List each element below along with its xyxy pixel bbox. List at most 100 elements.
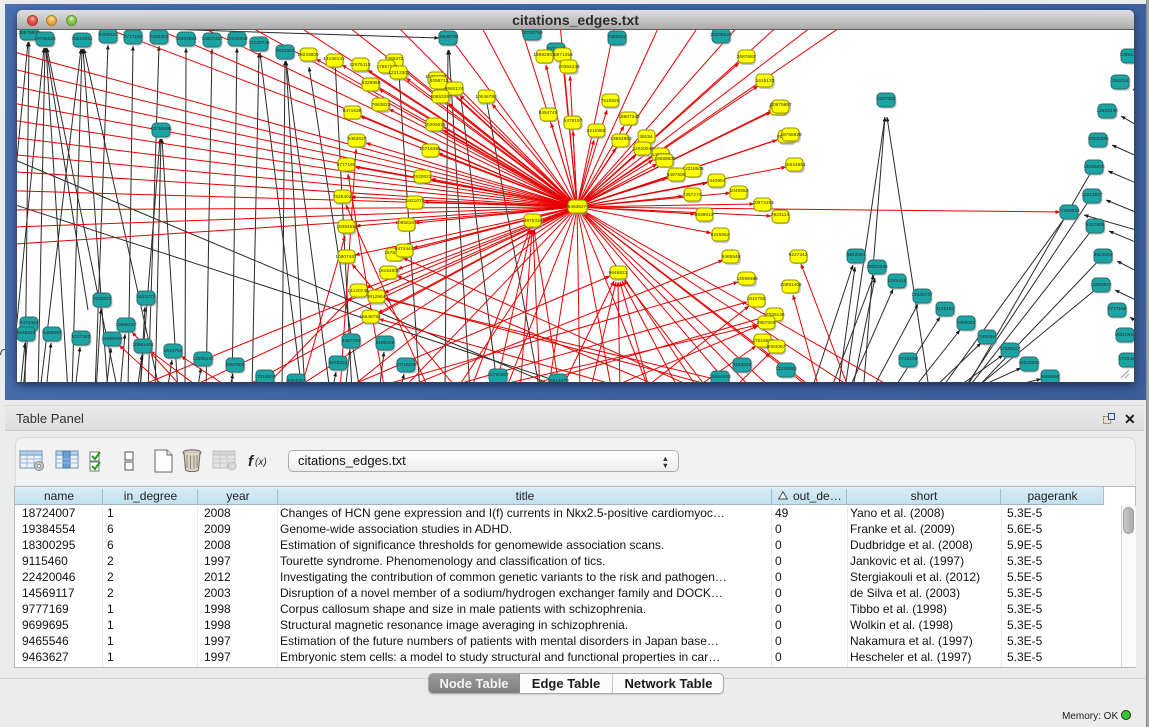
svg-text:3912954: 3912954 [276, 48, 295, 54]
svg-text:9463627: 9463627 [348, 136, 367, 142]
svg-text:8186328: 8186328 [376, 340, 395, 346]
svg-text:3215956: 3215956 [587, 128, 606, 134]
svg-text:19756928: 19756928 [34, 36, 56, 42]
svg-text:7357274: 7357274 [683, 192, 702, 198]
svg-text:13226058: 13226058 [775, 366, 797, 372]
svg-text:10653267: 10653267 [430, 94, 452, 100]
svg-text:16543362: 16543362 [1018, 360, 1040, 366]
svg-text:15524851: 15524851 [71, 36, 93, 42]
svg-text:14099489: 14099489 [736, 276, 758, 282]
svg-text:9327509: 9327509 [1086, 222, 1105, 228]
svg-text:7625402: 7625402 [333, 194, 352, 200]
svg-text:15720407: 15720407 [487, 372, 509, 378]
svg-text:16154808: 16154808 [378, 268, 400, 274]
svg-text:10807487: 10807487 [335, 254, 357, 260]
svg-text:10958167: 10958167 [395, 220, 417, 226]
svg-text:10688609: 10688609 [654, 156, 676, 162]
svg-text:10807487: 10807487 [201, 36, 223, 42]
svg-text:12942737: 12942737 [911, 292, 933, 298]
svg-text:12213303: 12213303 [388, 70, 410, 76]
svg-text:12093872: 12093872 [1090, 282, 1112, 288]
svg-text:1610755: 1610755 [747, 296, 766, 302]
svg-text:7663822: 7663822 [608, 34, 627, 40]
svg-text:16648784: 16648784 [359, 314, 381, 320]
svg-text:7632621: 7632621 [413, 174, 432, 180]
svg-text:10973493: 10973493 [752, 200, 774, 206]
svg-text:2687682: 2687682 [737, 54, 756, 60]
svg-text:9245652: 9245652 [711, 232, 730, 238]
svg-text:1615132: 1615132 [756, 78, 775, 84]
svg-text:3824554: 3824554 [1094, 252, 1113, 258]
svg-text:9457791: 9457791 [342, 338, 361, 344]
svg-text:20891406: 20891406 [780, 282, 802, 288]
svg-text:9084067: 9084067 [287, 378, 306, 382]
svg-text:39154: 39154 [639, 134, 653, 140]
svg-text:1040554: 1040554 [730, 188, 749, 194]
svg-text:17359934: 17359934 [1058, 208, 1080, 214]
svg-text:19756928: 19756928 [780, 132, 802, 138]
svg-text:10654112: 10654112 [1120, 52, 1135, 58]
svg-text:4055712: 4055712 [430, 78, 449, 84]
svg-text:14136141: 14136141 [323, 56, 345, 62]
svg-text:16914479: 16914479 [547, 378, 569, 382]
svg-text:12923446: 12923446 [1096, 108, 1118, 114]
svg-text:16782759: 16782759 [521, 30, 543, 36]
svg-text:9465546: 9465546 [43, 330, 62, 336]
svg-text:9227342: 9227342 [72, 334, 91, 340]
svg-text:9463627: 9463627 [568, 204, 587, 210]
svg-text:14569117: 14569117 [1000, 346, 1021, 352]
svg-text:2718129: 2718129 [899, 356, 918, 362]
svg-text:18907249: 18907249 [618, 114, 640, 120]
svg-text:13716485: 13716485 [419, 146, 441, 152]
svg-text:7625402: 7625402 [150, 34, 169, 40]
svg-text:9777169: 9777169 [124, 34, 143, 40]
svg-text:3912954: 3912954 [367, 294, 386, 300]
svg-text:8471636: 8471636 [343, 108, 362, 114]
svg-text:15692901: 15692901 [533, 52, 555, 58]
svg-text:9474444: 9474444 [395, 246, 414, 252]
svg-text:1527602: 1527602 [877, 96, 896, 102]
svg-text:19654923: 19654923 [709, 374, 731, 380]
svg-text:14099489: 14099489 [101, 336, 123, 342]
svg-text:30975867: 30975867 [770, 102, 792, 108]
svg-text:9646821: 9646821 [17, 330, 36, 336]
svg-text:7515526: 7515526 [601, 98, 620, 104]
svg-text:8938913: 8938913 [695, 212, 714, 218]
svg-text:12218506: 12218506 [682, 166, 704, 172]
svg-text:20206526: 20206526 [710, 32, 732, 38]
svg-text:2867608: 2867608 [226, 362, 245, 368]
svg-text:12505135: 12505135 [192, 356, 214, 362]
svg-text:19384554: 19384554 [175, 36, 197, 42]
svg-text:19166825: 19166825 [1083, 164, 1105, 170]
svg-text:10719155: 10719155 [395, 362, 417, 368]
svg-text:2867608: 2867608 [757, 320, 776, 326]
svg-text:12975115: 12975115 [350, 62, 371, 68]
svg-text:1156829: 1156829 [733, 362, 752, 368]
svg-text:22420046: 22420046 [632, 146, 654, 152]
svg-text:9777169: 9777169 [337, 162, 356, 168]
svg-text:746266: 746266 [979, 334, 995, 340]
svg-text:18300295: 18300295 [1087, 136, 1109, 142]
svg-text:8878334: 8878334 [329, 360, 348, 366]
svg-text:9474444: 9474444 [20, 320, 39, 326]
svg-text:16648784: 16648784 [437, 34, 459, 40]
svg-text:6497508: 6497508 [667, 172, 686, 178]
svg-text:20053346: 20053346 [866, 264, 888, 270]
svg-text:1440954: 1440954 [707, 178, 726, 184]
svg-text:8878334: 8878334 [524, 218, 543, 224]
svg-text:9777169: 9777169 [1108, 306, 1127, 312]
svg-text:1145193: 1145193 [936, 306, 955, 312]
svg-text:7485063: 7485063 [957, 320, 976, 326]
svg-text:(x): (x) [255, 457, 267, 468]
svg-text:9084067: 9084067 [767, 344, 786, 350]
svg-text:8454749: 8454749 [539, 110, 558, 116]
svg-text:14120746: 14120746 [248, 40, 270, 46]
svg-text:10046788: 10046788 [475, 94, 497, 100]
svg-text:20206526: 20206526 [424, 122, 446, 128]
svg-text:14120746: 14120746 [347, 288, 369, 294]
svg-text:7632621: 7632621 [93, 296, 112, 302]
svg-text:9463627: 9463627 [99, 32, 118, 38]
svg-text:1621072: 1621072 [406, 198, 425, 204]
svg-text:16033809: 16033809 [297, 52, 319, 58]
svg-text:1621072: 1621072 [137, 294, 156, 300]
